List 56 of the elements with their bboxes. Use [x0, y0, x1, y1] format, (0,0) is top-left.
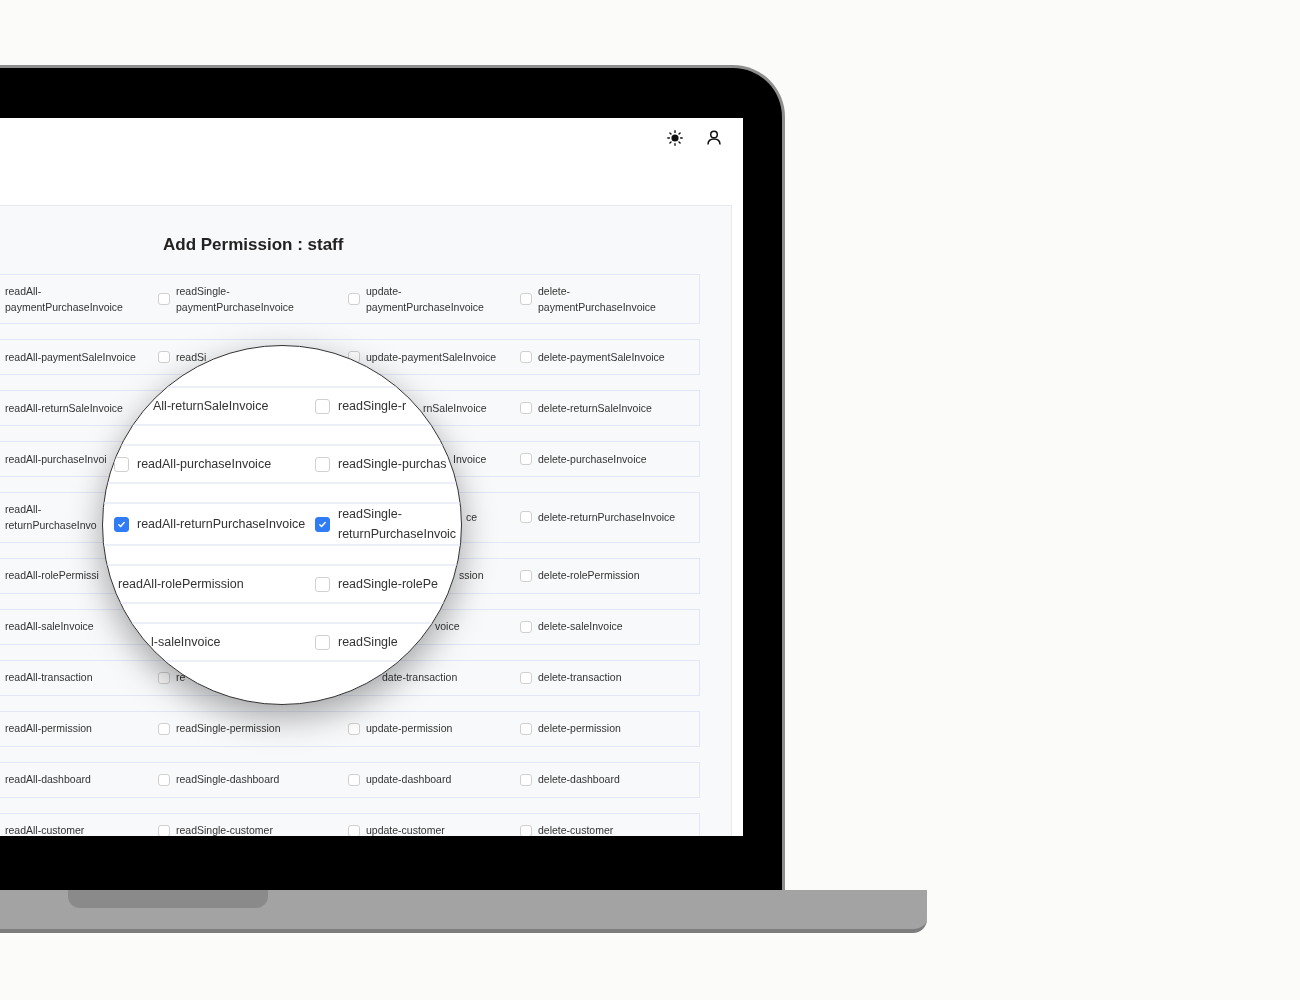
permission-label: delete-transaction	[538, 670, 622, 686]
permission-label: readSingle-customer	[176, 823, 273, 836]
permission-label: readAll-permission	[5, 721, 92, 737]
permission-label: delete-saleInvoice	[538, 619, 623, 635]
permission-label: readAll-returnSaleInvoice	[5, 400, 123, 416]
permission-label: readSingle-paymentPurchaseInvoice	[176, 283, 295, 315]
checkbox[interactable]	[315, 516, 330, 532]
permission-label: readAll-saleInvoice	[5, 619, 94, 635]
permission-label: l-saleInvoice	[151, 634, 221, 651]
permission-label: delete-dashboard	[538, 772, 620, 788]
permission-label: delete-paymentSaleInvoice	[538, 349, 665, 365]
permission-label: date-transaction	[382, 670, 458, 686]
permission-label: delete-rolePermission	[538, 568, 640, 584]
permission-label: All-returnSaleInvoice	[153, 398, 269, 415]
checkmark-icon	[117, 519, 126, 529]
sun-icon[interactable]	[667, 130, 683, 146]
permission-label: readAll-returnPurchaseInvo	[5, 502, 98, 534]
permission-label: readSingle-returnPurchaseInvoic	[338, 506, 458, 543]
permission-label: ssion	[459, 568, 484, 584]
permission-label: readAll-dashboard	[5, 772, 91, 788]
permission-label: readAll-customer	[5, 823, 85, 836]
permission-label: readAll-purchaseInvoice	[137, 456, 272, 473]
page-title: Add Permission : staff	[162, 234, 345, 256]
permission-label: readAll-paymentSaleInvoice	[5, 349, 136, 365]
permission-label: readAll-returnPurchaseInvoice	[137, 516, 306, 533]
permission-label: delete-customer	[538, 823, 614, 836]
permission-label: readSingle	[338, 634, 398, 651]
permission-label: delete-permission	[538, 721, 621, 737]
permission-label: readAll-rolePermission	[118, 576, 244, 593]
permission-label: voice	[435, 619, 460, 635]
permission-label: update-dashboard	[366, 772, 452, 788]
permission-label: delete-purchaseInvoice	[538, 451, 647, 467]
checkmark-icon	[318, 519, 327, 529]
permission-label: readSingle-dashboard	[176, 772, 280, 788]
permission-label: update-customer	[366, 823, 445, 836]
permission-label: update-permission	[366, 721, 453, 737]
permission-label: readAll-purchaseInvoi	[5, 451, 107, 467]
permission-label: readSi	[176, 349, 207, 365]
permission-label: rnSaleInvoice	[423, 400, 487, 416]
permission-label: readAll-rolePermissi	[5, 568, 99, 584]
permission-label: delete-returnSaleInvoice	[538, 400, 652, 416]
permission-label: delete-paymentPurchaseInvoice	[538, 283, 657, 315]
permission-label: readSingle-purchas	[338, 456, 447, 473]
permission-label: update-paymentPurchaseInvoice	[366, 283, 485, 315]
permission-label: readSingle-rolePe	[338, 576, 439, 593]
permission-label: readSingle-permission	[176, 721, 281, 737]
permission-label: delete-returnPurchaseInvoice	[538, 510, 676, 526]
permission-label: readAll-transaction	[5, 670, 93, 686]
permission-label: Invoice	[453, 451, 487, 467]
permission-label: re	[176, 670, 186, 686]
checkbox[interactable]	[114, 516, 129, 532]
user-icon[interactable]	[707, 130, 721, 145]
permission-label: readAll-paymentPurchaseInvoice	[5, 283, 124, 315]
permission-label: update-paymentSaleInvoice	[366, 349, 497, 365]
permission-label: ce	[466, 510, 478, 526]
permission-label: readSingle-r	[338, 398, 407, 415]
